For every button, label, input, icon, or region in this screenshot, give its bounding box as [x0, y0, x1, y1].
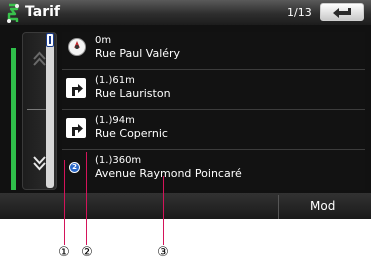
page-counter: 1/13 [287, 6, 312, 19]
route-row[interactable]: 0m Rue Paul Valéry [62, 32, 365, 70]
page-title: Tarif [25, 4, 60, 20]
back-arrow-icon [333, 8, 351, 18]
double-chevron-up-icon [33, 51, 46, 66]
turn-right-icon [66, 118, 86, 138]
compass-icon [68, 38, 86, 56]
callout-leader-2 [86, 152, 87, 245]
header-bar: Tarif 1/13 [0, 0, 371, 25]
mod-button-label: Mod [310, 199, 336, 213]
route-distance: (1.)360m [95, 155, 142, 166]
callout-leader-1 [64, 160, 65, 245]
callout-3: ③ [157, 245, 169, 260]
mod-button[interactable]: Mod [278, 195, 371, 219]
route-line [11, 48, 16, 190]
turn-right-icon [66, 78, 86, 98]
route-info-icon [7, 3, 19, 23]
scrollbar-track[interactable] [46, 33, 54, 188]
callout-2: ② [81, 245, 93, 260]
scrollbar-thumb[interactable] [46, 33, 54, 47]
route-list: 0m Rue Paul Valéry (1.)61m Rue Lauriston… [62, 32, 365, 190]
route-row[interactable]: (1.)94m Rue Copernic [62, 112, 365, 150]
route-distance: (1.)61m [95, 75, 135, 86]
route-row[interactable]: (1.)360m Avenue Raymond Poincaré [62, 152, 365, 190]
route-street: Rue Copernic [95, 127, 168, 140]
route-street: Rue Paul Valéry [95, 47, 181, 60]
callout-1: ① [58, 245, 70, 260]
route-street: Avenue Raymond Poincaré [95, 167, 242, 180]
double-chevron-down-icon [33, 156, 46, 171]
route-row[interactable]: (1.)61m Rue Lauriston [62, 72, 365, 110]
route-street: Rue Lauriston [95, 87, 171, 100]
route-distance: 0m [95, 35, 112, 46]
destination-marker-icon: 2 [69, 162, 80, 173]
route-distance: (1.)94m [95, 115, 135, 126]
callout-leader-3 [163, 176, 164, 245]
navigation-screen: Tarif 1/13 0m Rue Paul Valéry (1.)61m Ru… [0, 0, 371, 219]
back-button[interactable] [320, 3, 364, 21]
